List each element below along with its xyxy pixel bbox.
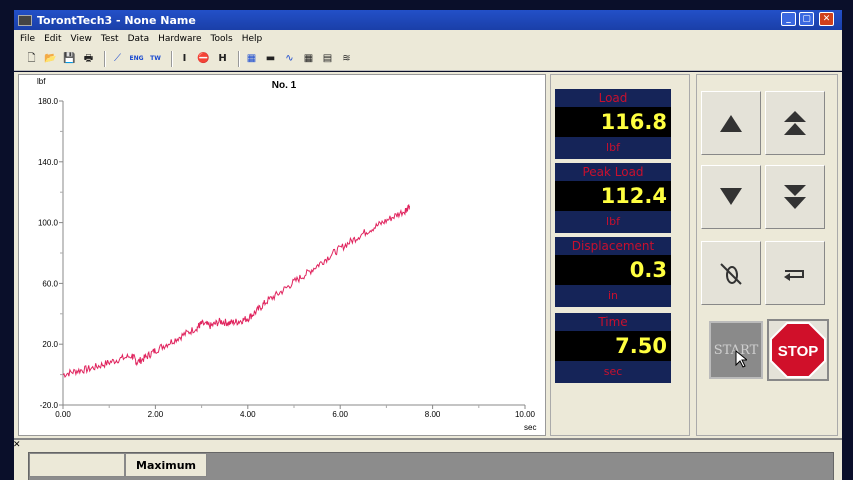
y-tick-label: 100.0	[38, 219, 59, 228]
close-window-button[interactable]: ✕	[819, 12, 834, 26]
chart-icon[interactable]: ⟋	[110, 51, 125, 66]
menu-edit[interactable]: Edit	[44, 34, 61, 44]
return-button[interactable]	[765, 241, 825, 305]
stop-sign-icon[interactable]: ⛔	[196, 51, 211, 66]
menu-help[interactable]: Help	[242, 34, 263, 44]
control-panel: START STOP	[696, 74, 838, 436]
readout-value: 116.8	[555, 107, 671, 137]
jog-down-button[interactable]	[701, 165, 761, 229]
fast-down-button[interactable]	[765, 165, 825, 229]
menu-view[interactable]: View	[71, 34, 92, 44]
arrow-down-icon	[720, 188, 742, 205]
x-tick-label: 2.00	[148, 410, 164, 419]
zero-button[interactable]	[701, 241, 761, 305]
results-panel-close-icon[interactable]: ✕	[13, 440, 21, 450]
y-tick-label: 60.0	[42, 279, 58, 288]
readout-unit: lbf	[555, 137, 671, 159]
open-folder-icon[interactable]: 📂	[43, 51, 58, 66]
chart-panel[interactable]: No. 1 lbf sec 0.00 2.00 4.00 6.00 8.00 10.00 1…	[18, 74, 546, 436]
y-tick-label: 20.0	[42, 340, 58, 349]
mouse-cursor-icon	[735, 350, 747, 368]
y-tick-label: -20.0	[40, 401, 59, 410]
y-tick-label: 140.0	[38, 158, 59, 167]
report-icon[interactable]: ▤	[320, 51, 335, 66]
table-grid-icon[interactable]: ▦	[301, 51, 316, 66]
readout-value: 112.4	[555, 181, 671, 211]
menu-tools[interactable]: Tools	[211, 34, 233, 44]
y-axis-unit: lbf	[37, 77, 46, 86]
readout-label: Load	[555, 89, 671, 107]
save-icon[interactable]: 💾	[62, 51, 77, 66]
readout-unit: lbf	[555, 211, 671, 233]
x-tick-label: 4.00	[240, 410, 256, 419]
keypad-icon[interactable]: ▦	[244, 51, 259, 66]
x-tick-label: 6.00	[332, 410, 348, 419]
chart-series-layer	[62, 204, 410, 379]
readout-panel: Load 116.8 lbf Peak Load 112.4 lbf Displ…	[550, 74, 690, 436]
curve-icon[interactable]: ∿	[282, 51, 297, 66]
fast-up-button[interactable]	[765, 91, 825, 155]
new-file-icon[interactable]: 🗋	[24, 51, 39, 66]
eng-units-icon[interactable]: ENG	[129, 51, 144, 66]
readout-label: Peak Load	[555, 163, 671, 181]
minimize-button[interactable]: _	[781, 12, 796, 26]
arrow-up-icon	[720, 115, 742, 132]
stop-sign-icon: STOP	[770, 322, 826, 378]
x-axis-unit: sec	[524, 423, 536, 432]
menu-test[interactable]: Test	[101, 34, 119, 44]
return-arrow-icon	[784, 270, 804, 281]
double-arrow-up-icon	[784, 111, 806, 135]
results-table: Maximum	[28, 452, 834, 480]
x-tick-label: 8.00	[425, 410, 441, 419]
menu-hardware[interactable]: Hardware	[158, 34, 201, 44]
time-readout: Time 7.50 sec	[555, 313, 671, 383]
readout-value: 7.50	[555, 331, 671, 361]
y-tick-label: 180.0	[38, 97, 59, 106]
jog-up-button[interactable]	[701, 91, 761, 155]
readout-unit: in	[555, 285, 671, 307]
load-curve-line	[62, 204, 410, 379]
print-icon[interactable]: 🖶	[81, 51, 96, 66]
x-tick-label: 10.00	[515, 410, 536, 419]
fixture-icon[interactable]: H	[215, 51, 230, 66]
peak-load-readout: Peak Load 112.4 lbf	[555, 163, 671, 233]
settings-icon[interactable]: ≋	[339, 51, 354, 66]
zero-reset-icon	[720, 263, 742, 285]
toolbar-separator	[238, 50, 240, 67]
double-arrow-down-icon	[784, 185, 806, 209]
load-readout: Load 116.8 lbf	[555, 89, 671, 159]
maximize-button[interactable]: ▢	[799, 12, 814, 26]
readout-value: 0.3	[555, 255, 671, 285]
stop-label: STOP	[778, 343, 819, 360]
chart-axes: 0.00 2.00 4.00 6.00 8.00 10.00 180.0 140.0 100.0…	[38, 97, 536, 419]
app-icon	[18, 14, 32, 26]
column-header-maximum: Maximum	[125, 453, 207, 477]
menu-data[interactable]: Data	[128, 34, 150, 44]
readout-label: Time	[555, 313, 671, 331]
menu-file[interactable]: File	[20, 34, 35, 44]
tw-icon[interactable]: TW	[148, 51, 163, 66]
toolbar-separator	[171, 50, 173, 67]
readout-unit: sec	[555, 361, 671, 383]
menu-bar: File Edit View Test Data Hardware Tools …	[14, 30, 842, 47]
grip-icon[interactable]: I	[177, 51, 192, 66]
readout-label: Displacement	[555, 237, 671, 255]
displacement-readout: Displacement 0.3 in	[555, 237, 671, 307]
results-panel: ✕ Maximum	[13, 438, 842, 480]
table-header-blank	[29, 453, 125, 477]
load-time-chart: No. 1 lbf sec 0.00 2.00 4.00 6.00 8.00 10.00 1…	[37, 77, 536, 432]
window-title-bar[interactable]: TorontTech3 - None Name _ ▢ ✕	[14, 10, 842, 30]
toolbar-separator	[104, 50, 106, 67]
workspace: No. 1 lbf sec 0.00 2.00 4.00 6.00 8.00 10.00 1…	[13, 72, 842, 480]
toolbar: 🗋 📂 💾 🖶 ⟋ ENG TW I ⛔ H ▦ ▬ ∿ ▦ ▤ ≋	[14, 47, 842, 71]
stop-button[interactable]: STOP	[767, 319, 829, 381]
x-tick-label: 0.00	[55, 410, 71, 419]
window-title: TorontTech3 - None Name	[37, 13, 196, 27]
chart-title: No. 1	[272, 80, 297, 91]
data-icon[interactable]: ▬	[263, 51, 278, 66]
